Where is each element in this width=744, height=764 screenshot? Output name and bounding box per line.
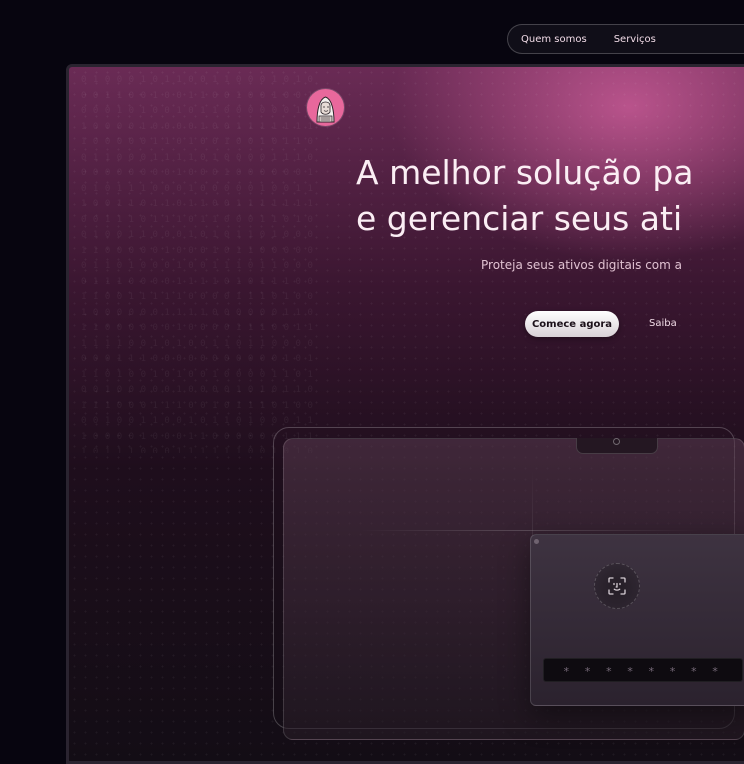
- camera-icon: [613, 438, 620, 445]
- saiba-mais-link[interactable]: Saiba: [649, 318, 677, 329]
- divider-horizontal: [360, 530, 700, 531]
- comece-agora-button[interactable]: Comece agora: [525, 311, 619, 337]
- nav-link-quem-somos[interactable]: Quem somos: [521, 34, 587, 45]
- card-status-dot: [534, 539, 539, 544]
- hero-headline: A melhor solução pa e gerenciar seus ati: [356, 150, 716, 242]
- hero-subtitle: Proteja seus ativos digitais com a: [481, 258, 682, 272]
- logo-icon[interactable]: [307, 89, 344, 126]
- hero-headline-line-1: A melhor solução pa: [356, 153, 694, 192]
- password-field[interactable]: * * * * * * * *: [543, 658, 743, 682]
- face-id-icon: [608, 577, 626, 595]
- binary-rain-background: 01000101100110001010 0011001001100100100…: [81, 75, 320, 453]
- hero-headline-line-2: e gerenciar seus ati: [356, 199, 683, 238]
- nav-link-servicos[interactable]: Serviços: [614, 34, 656, 45]
- page: { "nav": { "items": [ { "label": "Quem s…: [0, 0, 744, 764]
- main-nav: Quem somos Serviços: [507, 24, 744, 54]
- face-id-button[interactable]: [594, 563, 640, 609]
